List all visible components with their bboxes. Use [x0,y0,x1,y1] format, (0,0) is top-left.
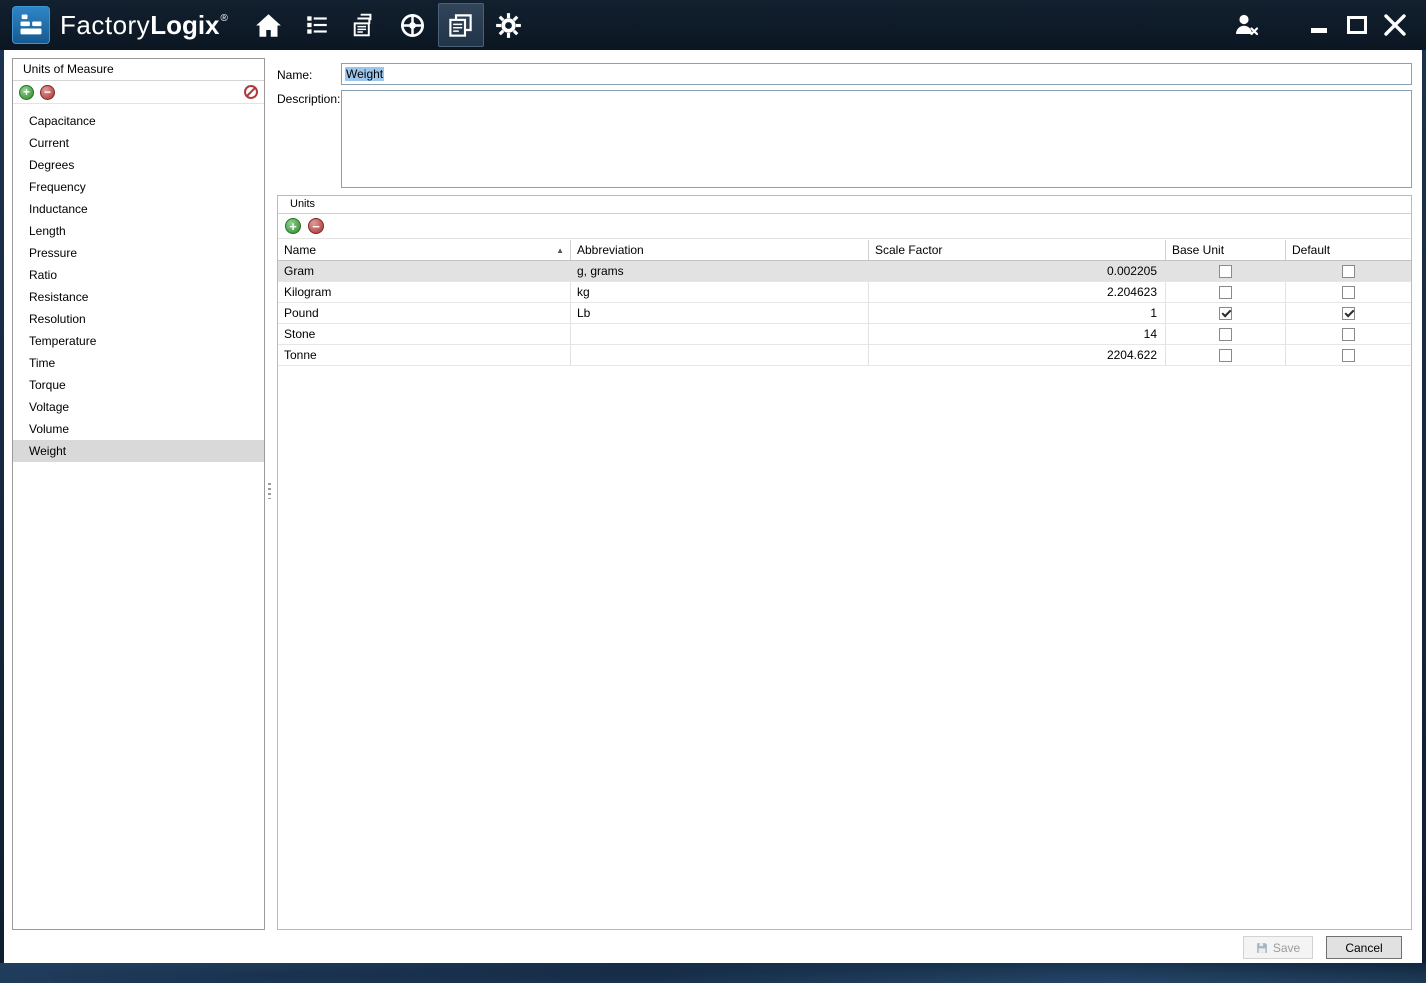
save-button[interactable]: Save [1243,936,1313,959]
sidebar-item-weight[interactable]: Weight [13,440,264,462]
units-groupbox: Units + − Name ▲ Abbreviation Scale Fact… [277,195,1412,930]
reports-window-icon[interactable] [437,3,484,47]
cancel-button-label: Cancel [1345,940,1383,955]
description-textarea[interactable] [341,90,1412,188]
sidebar-item-degrees[interactable]: Degrees [13,154,264,176]
cell-abbreviation: Lb [571,303,869,323]
units-of-measure-panel: Units of Measure + − Capacitance Current… [12,58,265,930]
main-nav [246,0,532,50]
sidebar-item-frequency[interactable]: Frequency [13,176,264,198]
logout-user-icon[interactable] [1226,4,1264,46]
table-row-kilogram[interactable]: Kilogram kg 2.204623 [278,282,1411,303]
name-label: Name: [277,68,313,82]
sidebar-item-length[interactable]: Length [13,220,264,242]
default-checkbox[interactable] [1342,306,1355,320]
column-header-abbreviation[interactable]: Abbreviation [571,240,869,260]
cell-abbreviation: g, grams [571,261,869,281]
sidebar-item-volume[interactable]: Volume [13,418,264,440]
table-row-stone[interactable]: Stone 14 [278,324,1411,345]
content-area: Units of Measure + − Capacitance Current… [4,50,1422,963]
base-unit-checkbox[interactable] [1219,348,1232,362]
units-table: Name ▲ Abbreviation Scale Factor Base Un… [278,240,1411,929]
name-input[interactable]: Weight [341,63,1412,85]
add-unit-icon[interactable]: + [285,218,301,234]
units-toolbar: + − [278,214,1411,239]
sidebar-item-pressure[interactable]: Pressure [13,242,264,264]
column-header-name[interactable]: Name ▲ [278,240,571,260]
sidebar-item-voltage[interactable]: Voltage [13,396,264,418]
table-row-pound[interactable]: Pound Lb 1 [278,303,1411,324]
sidebar-item-current[interactable]: Current [13,132,264,154]
base-unit-checkbox[interactable] [1219,306,1232,320]
remove-icon[interactable]: − [40,84,55,100]
sidebar-item-torque[interactable]: Torque [13,374,264,396]
maximize-button[interactable] [1338,4,1376,46]
app-title: Factory Logix ® [60,10,228,41]
window-controls [1226,4,1414,46]
documents-stack-icon[interactable] [342,3,388,47]
base-unit-checkbox[interactable] [1219,327,1232,341]
sidebar-item-ratio[interactable]: Ratio [13,264,264,286]
table-header-row: Name ▲ Abbreviation Scale Factor Base Un… [278,240,1411,261]
default-checkbox[interactable] [1342,285,1355,299]
sidebar-item-time[interactable]: Time [13,352,264,374]
base-unit-checkbox[interactable] [1219,264,1232,278]
panel-splitter[interactable] [266,482,273,500]
compass-icon[interactable] [390,3,436,47]
column-header-name-label: Name [284,243,317,257]
default-checkbox[interactable] [1342,264,1355,278]
sidebar-item-resistance[interactable]: Resistance [13,286,264,308]
cell-scale-factor: 14 [869,324,1166,344]
cell-scale-factor: 2.204623 [869,282,1166,302]
app-window: Factory Logix ® Units of Measure + − Cap… [0,0,1426,983]
cell-name: Gram [278,261,571,281]
cancel-edit-icon[interactable] [244,85,258,99]
cell-name: Stone [278,324,571,344]
default-checkbox[interactable] [1342,348,1355,362]
brand-logix: Logix [150,9,220,40]
sidebar-item-inductance[interactable]: Inductance [13,198,264,220]
factorylogix-logo-icon [12,6,50,44]
cell-name: Tonne [278,345,571,365]
brand-registered-mark: ® [220,12,228,24]
column-header-scale-factor[interactable]: Scale Factor [869,240,1166,260]
base-unit-checkbox[interactable] [1219,285,1232,299]
cell-scale-factor: 0.002205 [869,261,1166,281]
minimize-button[interactable] [1300,4,1338,46]
sidebar-item-capacitance[interactable]: Capacitance [13,110,264,132]
column-header-default[interactable]: Default [1286,240,1411,260]
cell-abbreviation [571,345,869,365]
add-icon[interactable]: + [19,84,34,100]
gear-icon[interactable] [486,3,532,47]
cancel-button[interactable]: Cancel [1326,936,1402,959]
column-header-base-unit[interactable]: Base Unit [1166,240,1286,260]
units-of-measure-list: Capacitance Current Degrees Frequency In… [13,104,264,929]
name-input-value: Weight [345,67,385,81]
checklist-icon[interactable] [294,3,340,47]
cell-abbreviation [571,324,869,344]
titlebar: Factory Logix ® [0,0,1426,50]
save-button-label: Save [1272,940,1301,955]
description-label: Description: [277,92,341,106]
cell-abbreviation: kg [571,282,869,302]
sidebar-item-temperature[interactable]: Temperature [13,330,264,352]
units-group-title: Units [278,196,1411,214]
table-row-tonne[interactable]: Tonne 2204.622 [278,345,1411,366]
sort-ascending-icon: ▲ [556,245,564,255]
cell-scale-factor: 2204.622 [869,345,1166,365]
default-checkbox[interactable] [1342,327,1355,341]
table-row-gram[interactable]: Gram g, grams 0.002205 [278,261,1411,282]
window-bottom-decoration [0,963,1426,983]
floppy-icon [1256,942,1267,953]
close-button[interactable] [1376,4,1414,46]
sidebar-item-resolution[interactable]: Resolution [13,308,264,330]
cell-name: Pound [278,303,571,323]
home-icon[interactable] [246,3,292,47]
sidebar-title: Units of Measure [13,59,264,81]
remove-unit-icon[interactable]: − [308,218,324,234]
sidebar-toolbar: + − [13,81,264,104]
cell-scale-factor: 1 [869,303,1166,323]
brand-factory: Factory [60,9,151,40]
cell-name: Kilogram [278,282,571,302]
